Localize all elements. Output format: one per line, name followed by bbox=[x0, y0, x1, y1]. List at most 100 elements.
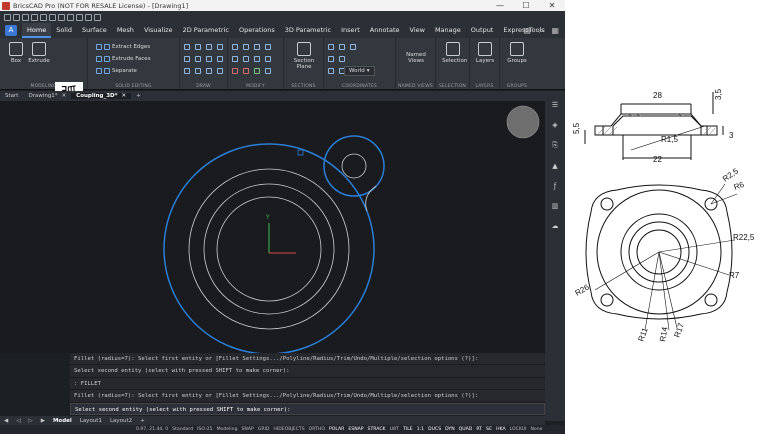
ucs-select[interactable]: World ▾ bbox=[344, 66, 375, 76]
library-icon[interactable]: ☁ bbox=[552, 222, 559, 230]
polyline-icon[interactable] bbox=[195, 44, 201, 50]
tab-output[interactable]: Output bbox=[466, 23, 499, 38]
viewcube-icon[interactable] bbox=[506, 105, 540, 139]
status-ortho[interactable]: ORTHO bbox=[307, 427, 327, 432]
tab-surface[interactable]: Surface bbox=[77, 23, 112, 38]
status-rt[interactable]: RT bbox=[474, 427, 484, 432]
status-hideobjects[interactable]: HIDEOBJECTS bbox=[271, 427, 306, 432]
ellipse-icon[interactable] bbox=[195, 68, 201, 74]
grip-point[interactable] bbox=[297, 149, 304, 156]
tab-model[interactable]: Model bbox=[51, 418, 74, 424]
status-hka[interactable]: HKA bbox=[494, 427, 508, 432]
groups-button[interactable]: Groups bbox=[506, 42, 528, 64]
ucs-icon[interactable] bbox=[328, 44, 334, 50]
close-icon[interactable]: ✕ bbox=[121, 93, 126, 99]
tab-visualize[interactable]: Visualize bbox=[139, 23, 178, 38]
separate-button[interactable]: Separate bbox=[96, 68, 137, 74]
render-icon[interactable] bbox=[85, 13, 92, 21]
ucs-y-icon[interactable] bbox=[339, 56, 345, 62]
mirror-icon[interactable] bbox=[243, 56, 249, 62]
function-icon[interactable]: ƒ bbox=[554, 182, 556, 190]
save-as-icon[interactable] bbox=[31, 13, 38, 21]
ucs-origin-icon[interactable] bbox=[339, 44, 345, 50]
status-snap[interactable]: SNAP bbox=[240, 427, 256, 432]
arc-icon[interactable] bbox=[195, 56, 201, 62]
tab-mesh[interactable]: Mesh bbox=[112, 23, 139, 38]
ucs-3point-icon[interactable] bbox=[350, 44, 356, 50]
new-tab-button[interactable]: + bbox=[131, 93, 146, 99]
fillet-icon[interactable] bbox=[265, 68, 271, 74]
small-inner-circle[interactable] bbox=[341, 153, 367, 179]
close-icon[interactable]: ✕ bbox=[62, 93, 67, 99]
status-workspace[interactable]: Modeling bbox=[215, 427, 240, 432]
new-icon[interactable] bbox=[4, 13, 11, 21]
tab-home[interactable]: Home bbox=[22, 23, 52, 38]
doc-tab-coupling[interactable]: Coupling_3D* ✕ bbox=[71, 93, 132, 99]
scale-icon[interactable] bbox=[265, 44, 271, 50]
tab-layout1[interactable]: Layout1 bbox=[78, 418, 104, 424]
status-textstyle[interactable]: Standard bbox=[170, 427, 195, 432]
offset-icon[interactable] bbox=[254, 56, 260, 62]
selection-button[interactable]: Selection bbox=[442, 42, 467, 64]
match-icon[interactable] bbox=[67, 13, 74, 21]
hatch-icon[interactable] bbox=[206, 68, 212, 74]
stretch-icon[interactable] bbox=[232, 56, 238, 62]
status-polar[interactable]: POLAR bbox=[327, 427, 346, 432]
copy-icon[interactable] bbox=[243, 44, 249, 50]
doc-tab-drawing1[interactable]: Drawing1* ✕ bbox=[23, 93, 71, 99]
line-icon[interactable] bbox=[184, 44, 190, 50]
ucs-x-icon[interactable] bbox=[328, 56, 334, 62]
tab-annotate[interactable]: Annotate bbox=[365, 23, 405, 38]
save-icon[interactable] bbox=[22, 13, 29, 21]
attachments-icon[interactable]: ⎘ bbox=[552, 141, 558, 150]
status-dyn[interactable]: DYN bbox=[443, 427, 457, 432]
prev-layout-icon[interactable]: ◁ bbox=[14, 418, 22, 424]
add-layout-button[interactable]: + bbox=[138, 418, 147, 424]
structure-icon[interactable]: ▥ bbox=[552, 202, 559, 210]
layout-icon[interactable]: ▤ bbox=[523, 26, 531, 36]
redo-icon[interactable] bbox=[58, 13, 65, 21]
rectangle-icon[interactable] bbox=[184, 56, 190, 62]
last-layout-icon[interactable]: ▶ bbox=[39, 418, 47, 424]
open-icon[interactable] bbox=[13, 13, 20, 21]
status-tile[interactable]: TILE bbox=[401, 427, 415, 432]
box-button[interactable]: Box bbox=[5, 42, 27, 64]
trim-icon[interactable] bbox=[243, 68, 249, 74]
extract-edges-button[interactable]: Extract Edges bbox=[96, 44, 150, 50]
application-menu-button[interactable]: A bbox=[5, 25, 17, 36]
dot-icon[interactable] bbox=[217, 44, 223, 50]
spline-icon[interactable] bbox=[206, 56, 212, 62]
undo-icon[interactable] bbox=[49, 13, 56, 21]
properties-icon[interactable]: ☰ bbox=[552, 101, 558, 109]
settings-icon[interactable]: ▦ bbox=[551, 26, 559, 36]
status-dimstyle[interactable]: ISO-25 bbox=[195, 427, 215, 432]
help-icon[interactable] bbox=[94, 13, 101, 21]
layers-button[interactable]: Layers bbox=[474, 42, 496, 64]
workspace-icon[interactable] bbox=[76, 13, 83, 21]
circle-icon[interactable] bbox=[184, 68, 190, 74]
first-layout-icon[interactable]: ◀ bbox=[2, 418, 10, 424]
named-views-button[interactable]: Named Views bbox=[405, 52, 427, 64]
status-none[interactable]: None bbox=[528, 427, 544, 432]
mechanical-browser-icon[interactable]: ▲ bbox=[552, 162, 557, 170]
status-strack[interactable]: STRACK bbox=[366, 427, 388, 432]
status-scale[interactable]: 1:1 bbox=[415, 427, 426, 432]
search-icon[interactable]: ⌕ bbox=[539, 26, 543, 36]
tab-view[interactable]: View bbox=[405, 23, 430, 38]
next-layout-icon[interactable]: ▷ bbox=[26, 418, 34, 424]
xline-icon[interactable] bbox=[217, 56, 223, 62]
erase-icon[interactable] bbox=[232, 68, 238, 74]
drawing-canvas[interactable]: Y bbox=[0, 101, 545, 353]
layers-panel-icon[interactable]: ◈ bbox=[552, 121, 557, 129]
status-grid[interactable]: GRID bbox=[256, 427, 272, 432]
rotate-icon[interactable] bbox=[254, 44, 260, 50]
fillet-arc[interactable] bbox=[365, 185, 377, 212]
tab-insert[interactable]: Insert bbox=[336, 23, 365, 38]
minimize-button[interactable]: — bbox=[487, 0, 513, 11]
tab-2d-parametric[interactable]: 2D Parametric bbox=[178, 23, 234, 38]
tab-layout2[interactable]: Layout2 bbox=[108, 418, 134, 424]
print-icon[interactable] bbox=[40, 13, 47, 21]
pan-icon[interactable] bbox=[206, 44, 212, 50]
maximize-button[interactable]: ☐ bbox=[513, 0, 539, 11]
array-icon[interactable] bbox=[265, 56, 271, 62]
